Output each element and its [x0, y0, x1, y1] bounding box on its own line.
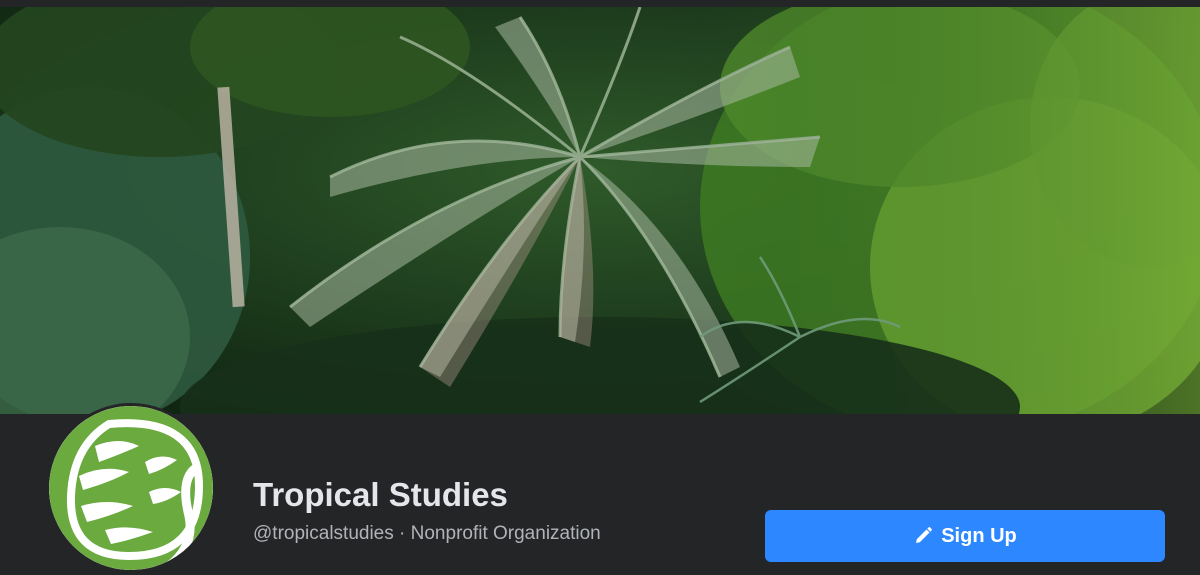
sign-up-button[interactable]: Sign Up — [765, 510, 1165, 562]
page-handle: @tropicalstudies — [253, 523, 394, 544]
profile-avatar[interactable] — [46, 403, 216, 573]
cover-photo-image — [0, 7, 1200, 414]
meta-separator: · — [399, 523, 406, 544]
page-header: Tropical Studies @tropicalstudies · Nonp… — [0, 0, 1200, 575]
leaf-logo-icon — [49, 406, 213, 570]
top-strip — [0, 0, 1200, 7]
page-category[interactable]: Nonprofit Organization — [411, 523, 601, 544]
sign-up-label: Sign Up — [941, 524, 1017, 547]
page-title: Tropical Studies — [253, 476, 508, 513]
cover-photo[interactable] — [0, 7, 1200, 414]
pencil-icon — [913, 526, 933, 546]
page-meta: @tropicalstudies · Nonprofit Organizatio… — [253, 523, 601, 545]
